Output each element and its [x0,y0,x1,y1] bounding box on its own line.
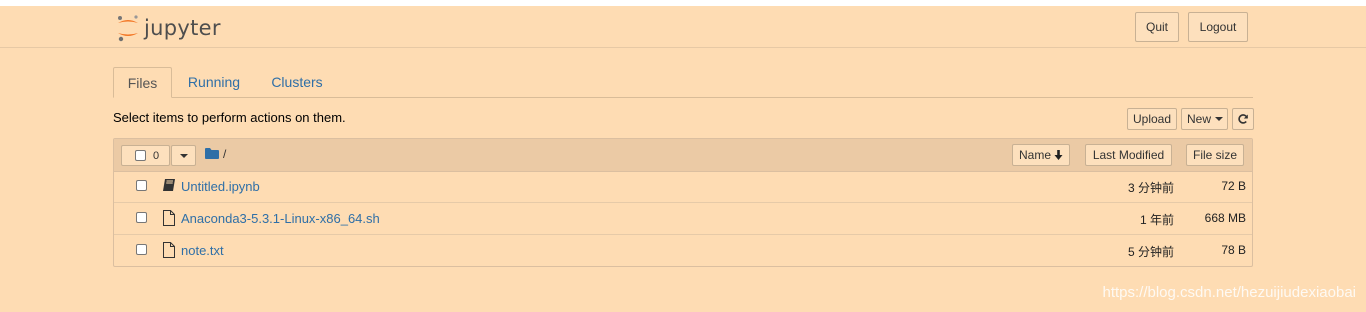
logo-text: jupyter [144,16,221,40]
sort-by-last-modified-button[interactable]: Last Modified [1085,144,1172,166]
row-checkbox[interactable] [136,212,147,223]
selection-hint: Select items to perform actions on them. [113,110,346,125]
breadcrumb-path[interactable]: / [223,147,226,161]
header-bar: jupyter Quit Logout [0,6,1366,48]
tab-files[interactable]: Files [113,67,172,98]
file-last-modified: 5 分钟前 [1127,245,1174,259]
sort-name-label: Name [1018,148,1051,162]
new-dropdown-button[interactable]: New [1181,108,1228,130]
file-list-header: 0 / Name Last Modified File size [114,139,1252,172]
watermark-text: https://blog.csdn.net/hezuijiudexiaobai [1102,284,1356,301]
file-size: 668 MB [1204,211,1246,225]
file-size: 78 B [1221,243,1246,257]
caret-down-icon [179,153,188,158]
quit-button[interactable]: Quit [1135,12,1179,42]
folder-icon[interactable] [205,148,219,159]
file-row[interactable]: Untitled.ipynb 3 分钟前 72 B [114,171,1252,203]
caret-down-icon [1215,117,1224,121]
logout-button[interactable]: Logout [1188,12,1248,42]
file-name-link[interactable]: note.txt [181,243,224,258]
select-all-checkbox[interactable] [135,150,146,161]
tab-clusters[interactable]: Clusters [261,67,333,97]
file-list: 0 / Name Last Modified File size Untitle… [113,138,1253,267]
tab-running[interactable]: Running [179,67,249,97]
arrow-down-icon [1054,150,1063,160]
selected-count: 0 [153,149,160,162]
select-all-button[interactable]: 0 [121,145,170,166]
file-row[interactable]: Anaconda3-5.3.1-Linux-x86_64.sh 1 年前 668… [114,203,1252,235]
row-checkbox[interactable] [136,244,147,255]
file-row[interactable]: note.txt 5 分钟前 78 B [114,235,1252,267]
sort-by-name-button[interactable]: Name [1012,144,1070,166]
row-checkbox[interactable] [136,180,147,191]
jupyter-logo-icon [118,15,138,42]
refresh-button[interactable] [1232,108,1254,130]
tab-bar: Files Running Clusters [113,67,1253,98]
select-dropdown-button[interactable] [171,145,196,166]
upload-button[interactable]: Upload [1127,108,1177,130]
jupyter-logo[interactable]: jupyter [116,13,221,43]
file-icon [163,210,175,226]
file-name-link[interactable]: Untitled.ipynb [181,179,260,194]
file-size: 72 B [1221,179,1246,193]
sort-by-file-size-button[interactable]: File size [1186,144,1244,166]
file-name-link[interactable]: Anaconda3-5.3.1-Linux-x86_64.sh [181,211,380,226]
file-last-modified: 3 分钟前 [1127,181,1174,195]
new-button-label: New [1187,112,1212,126]
notebook-icon [163,179,175,191]
file-icon [163,242,175,258]
refresh-icon [1238,114,1248,124]
file-last-modified: 1 年前 [1139,213,1174,227]
